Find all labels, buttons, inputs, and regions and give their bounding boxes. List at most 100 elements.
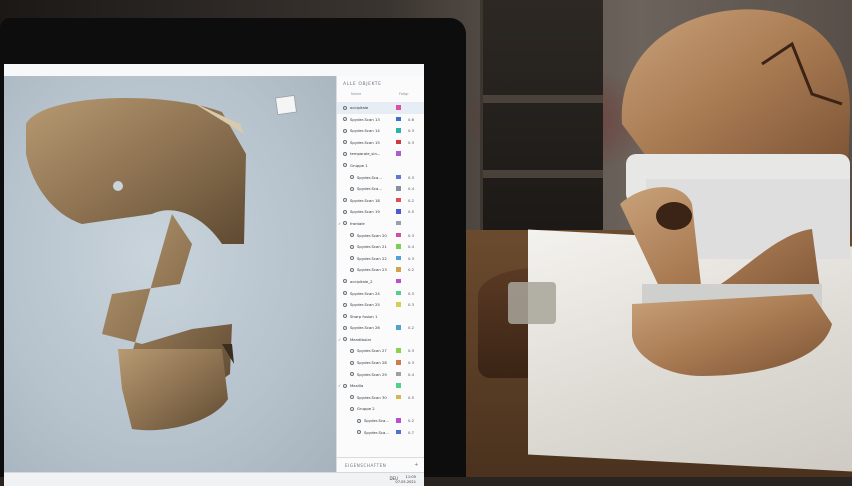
layer-row[interactable]: Spyder-Sca... 0.3 [337, 172, 424, 184]
3d-viewport[interactable] [4, 76, 336, 472]
layer-row[interactable]: Spyder-Scan 27 0.3 [337, 345, 424, 357]
layer-row[interactable]: ✓ Maxilla [337, 380, 424, 392]
layer-name: Spyder-Scan 23 [357, 267, 387, 273]
layer-name: Spyder-Scan 28 [357, 360, 387, 366]
visibility-icon[interactable] [343, 302, 347, 307]
layer-color-swatch[interactable] [396, 139, 401, 145]
layer-row[interactable]: Spyder-Scan 24 0.3 [337, 288, 424, 300]
visibility-icon[interactable] [343, 337, 347, 342]
layer-row[interactable]: Spyder-Scan 21 0.4 [337, 241, 424, 253]
visibility-icon[interactable] [343, 279, 347, 284]
expand-check-icon[interactable]: ✓ [338, 337, 341, 342]
layer-color-swatch[interactable] [396, 302, 401, 307]
clock[interactable]: 11:05 07.05.2021 [395, 475, 416, 484]
layer-row[interactable]: Spyder-Scan 13 0.6 [337, 114, 424, 126]
visibility-icon[interactable] [343, 221, 347, 226]
visibility-icon[interactable] [343, 117, 347, 122]
layer-row[interactable]: occipitale_2 [337, 276, 424, 288]
layer-row[interactable]: Spyder-Scan 22 0.3 [337, 253, 424, 265]
layer-row[interactable]: Spyder-Scan 29 0.4 [337, 369, 424, 381]
layer-color-swatch[interactable] [396, 371, 401, 377]
layer-color-swatch[interactable] [396, 348, 401, 353]
visibility-icon[interactable] [343, 383, 347, 388]
layer-color-swatch[interactable] [396, 325, 401, 330]
layer-color-swatch[interactable] [396, 220, 401, 226]
layer-color-swatch[interactable] [396, 418, 401, 423]
layer-value: 0.3 [408, 174, 415, 180]
layer-color-swatch[interactable] [396, 151, 401, 156]
visibility-icon[interactable] [343, 163, 347, 168]
layer-row[interactable]: Spyder-Scan 19 0.5 [337, 206, 424, 218]
layer-row[interactable]: Spyder-Scan 18 0.2 [337, 195, 424, 207]
visibility-icon[interactable] [350, 360, 354, 365]
visibility-icon[interactable] [343, 325, 347, 330]
layer-row[interactable]: Spyder-Scan 14 0.3 [337, 125, 424, 137]
layer-color-swatch[interactable] [396, 267, 401, 272]
layer-row[interactable]: Spyder-Scan 25 0.3 [337, 299, 424, 311]
layer-row[interactable]: temporale_sin... [337, 148, 424, 160]
visibility-icon[interactable] [350, 175, 354, 180]
visibility-icon[interactable] [357, 418, 361, 423]
visibility-icon[interactable] [350, 256, 354, 261]
visibility-icon[interactable] [343, 198, 347, 203]
view-cube-icon[interactable] [274, 94, 298, 116]
layer-row[interactable]: Spyder-Scan 23 0.2 [337, 264, 424, 276]
reconstructed-skull-photo [620, 9, 851, 376]
layer-row[interactable]: Gruppe 1 [337, 160, 424, 172]
layer-row[interactable]: Spyder-Scan 30 0.5 [337, 392, 424, 404]
visibility-icon[interactable] [357, 430, 361, 435]
visibility-icon[interactable] [343, 209, 347, 214]
layer-row[interactable]: ✓ Mandibular [337, 334, 424, 346]
layer-row[interactable]: Gruppe 2 [337, 403, 424, 415]
layer-color-swatch[interactable] [396, 360, 401, 365]
layer-color-swatch[interactable] [396, 232, 401, 238]
add-icon[interactable]: + [414, 462, 419, 468]
layer-color-swatch[interactable] [396, 244, 401, 249]
visibility-icon[interactable] [343, 291, 347, 295]
layer-color-swatch[interactable] [396, 255, 401, 261]
visibility-icon[interactable] [343, 105, 347, 110]
visibility-icon[interactable] [350, 406, 354, 411]
layer-color-swatch[interactable] [396, 209, 401, 214]
layer-color-swatch[interactable] [396, 394, 401, 400]
visibility-icon[interactable] [343, 128, 347, 133]
layer-row[interactable]: Spyder-Scan 28 0.3 [337, 357, 424, 369]
layer-row[interactable]: ✓ frontale [337, 218, 424, 230]
laptop: ALLE OBJEKTE Name Faltgr occipitale Spyde… [0, 18, 466, 486]
layer-color-swatch[interactable] [396, 290, 401, 295]
layer-value: 0.4 [408, 186, 415, 192]
visibility-icon[interactable] [350, 267, 354, 272]
expand-check-icon[interactable]: ✓ [338, 221, 341, 226]
properties-bar[interactable]: EIGENSCHAFTEN + [337, 457, 424, 472]
layer-color-swatch[interactable] [396, 383, 401, 388]
layer-color-swatch[interactable] [396, 278, 401, 284]
visibility-icon[interactable] [350, 186, 354, 191]
layer-color-swatch[interactable] [396, 197, 401, 203]
layer-color-swatch[interactable] [396, 105, 401, 110]
visibility-icon[interactable] [343, 140, 347, 145]
layer-row[interactable]: occipitale [337, 102, 424, 114]
layer-row[interactable]: Spyder-Sca... 0.4 [337, 183, 424, 195]
layer-row[interactable]: Spyder-Sca... 0.2 [337, 415, 424, 427]
layer-color-swatch[interactable] [396, 186, 401, 191]
layer-color-swatch[interactable] [396, 128, 401, 133]
layer-row[interactable]: Spyder-Scan 20 0.3 [337, 230, 424, 242]
visibility-icon[interactable] [350, 372, 354, 377]
layer-color-swatch[interactable] [396, 116, 401, 122]
layer-row[interactable]: Sharp fusion 1 [337, 311, 424, 323]
layer-value: 0.2 [408, 418, 415, 424]
visibility-icon[interactable] [350, 233, 354, 238]
visibility-icon[interactable] [350, 395, 354, 400]
layer-value: 0.6 [408, 116, 415, 122]
visibility-icon[interactable] [350, 348, 354, 353]
visibility-icon[interactable] [343, 314, 347, 319]
layer-row[interactable]: Spyder-Sca... 0.7 [337, 427, 424, 439]
visibility-icon[interactable] [343, 151, 347, 156]
expand-check-icon[interactable]: ✓ [338, 383, 341, 388]
clock-date: 07.05.2021 [395, 479, 416, 484]
layer-row[interactable]: Spyder-Scan 26 0.2 [337, 322, 424, 334]
layer-row[interactable]: Spyder-Scan 15 0.3 [337, 137, 424, 149]
visibility-icon[interactable] [350, 244, 354, 249]
layer-color-swatch[interactable] [396, 174, 401, 180]
layer-color-swatch[interactable] [396, 429, 401, 435]
